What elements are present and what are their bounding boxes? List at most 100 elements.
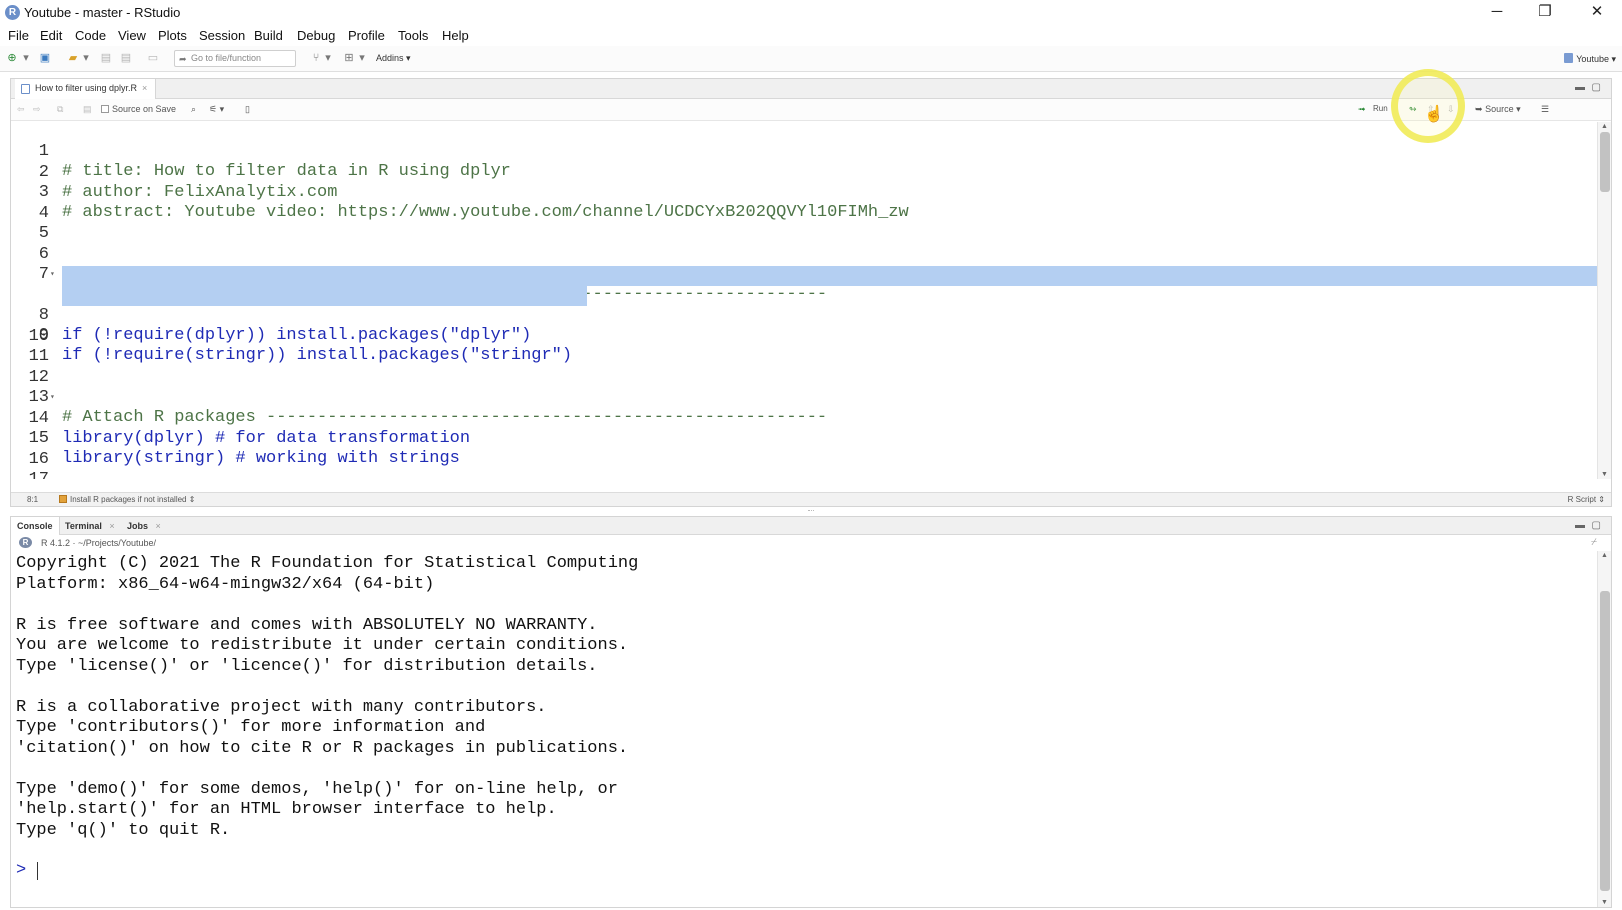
go-to-arrow-icon: ➦	[179, 54, 187, 64]
menu-tools[interactable]: Tools	[398, 28, 428, 43]
code-editor[interactable]: 1 # title: How to filter data in R using…	[11, 122, 1597, 479]
project-label: Youtube	[1576, 54, 1609, 64]
maximize-pane-icon[interactable]: ▢	[1592, 82, 1601, 93]
source-on-save-checkbox[interactable]: Source on Save	[101, 104, 176, 114]
show-in-window-icon[interactable]: ⧉	[57, 104, 63, 115]
tab-source-file[interactable]: How to filter using dplyr.R ×	[15, 79, 157, 99]
cursor-position: 8:1	[27, 495, 39, 504]
maximize-button[interactable]: ❐	[1522, 0, 1568, 26]
code-line-5: 5	[11, 204, 1597, 243]
minimize-pane-icon[interactable]: ▬	[1575, 82, 1585, 93]
menu-code[interactable]: Code	[75, 28, 106, 43]
code-line-11: 11	[11, 327, 1597, 366]
source-pane: How to filter using dplyr.R × ▬ ▢ ⇦ ⇨ ⧉ ▤…	[10, 78, 1612, 507]
console-line: Type 'demo()' for some demos, 'help()' f…	[16, 779, 618, 799]
run-arrow-icon[interactable]: ➟	[1358, 104, 1366, 115]
maximize-pane-icon[interactable]: ▢	[1592, 520, 1601, 531]
tab-label: Terminal	[65, 521, 102, 531]
new-file-dropdown-icon[interactable]: ▾	[22, 51, 30, 65]
scroll-down-icon[interactable]: ▼	[1601, 899, 1608, 906]
scroll-down-icon[interactable]: ▼	[1601, 471, 1608, 478]
scroll-up-icon[interactable]: ▲	[1601, 552, 1608, 559]
print-icon[interactable]: ▭	[146, 51, 160, 65]
workspace-panes-icon[interactable]: ⊞	[342, 51, 356, 65]
tab-terminal[interactable]: Terminal ×	[59, 517, 121, 535]
splitter-grip-icon	[808, 510, 814, 513]
rstudio-logo-icon: R	[5, 5, 20, 20]
document-outline-icon[interactable]: ☰	[1541, 104, 1549, 115]
go-to-file-input[interactable]: ➦ Go to file/function	[174, 50, 296, 67]
open-file-dropdown-icon[interactable]: ▾	[82, 51, 90, 65]
source-on-save-label: Source on Save	[112, 104, 177, 114]
forward-icon[interactable]: ⇨	[33, 104, 41, 115]
addins-button[interactable]: Addins ▾	[376, 53, 411, 64]
new-file-icon[interactable]: ⊕	[6, 51, 18, 65]
console-line: Platform: x86_64-w64-mingw32/x64 (64-bit…	[16, 574, 435, 594]
scroll-up-icon[interactable]: ▲	[1601, 123, 1608, 130]
section-icon	[59, 495, 67, 503]
scrollbar-thumb[interactable]	[1600, 591, 1610, 891]
close-tab-icon[interactable]: ×	[142, 83, 147, 93]
section-navigator[interactable]: Install R packages if not installed ⇕	[59, 495, 195, 504]
close-tab-icon[interactable]: ×	[156, 521, 161, 531]
menu-help[interactable]: Help	[442, 28, 469, 43]
clear-console-icon[interactable]: ⌿	[1591, 537, 1597, 548]
version-control-dropdown-icon[interactable]: ▾	[324, 51, 332, 65]
version-control-icon[interactable]: ⑂	[310, 51, 322, 65]
console-output[interactable]: Copyright (C) 2021 The R Foundation for …	[11, 551, 1597, 907]
tab-label: Console	[17, 521, 53, 531]
project-menu[interactable]: Youtube ▾	[1564, 53, 1616, 65]
console-line: 'citation()' on how to cite R or R packa…	[16, 738, 629, 758]
code-line-10: 10	[11, 307, 1597, 346]
close-button[interactable]: ✕	[1574, 0, 1620, 26]
source-button-label: Source	[1485, 104, 1514, 114]
menu-file[interactable]: File	[8, 28, 29, 43]
menu-profile[interactable]: Profile	[348, 28, 385, 43]
find-replace-icon[interactable]: ⌕	[191, 104, 196, 115]
menu-plots[interactable]: Plots	[158, 28, 187, 43]
back-icon[interactable]: ⇦	[17, 104, 25, 115]
main-toolbar: ⊕ ▾ ▣ ▰ ▾ ▤ ▤ ▭ ➦ Go to file/function ⑂ …	[0, 46, 1622, 72]
open-file-icon[interactable]: ▰	[66, 51, 80, 65]
tab-label: Jobs	[127, 521, 149, 531]
console-scrollbar[interactable]: ▲ ▼	[1597, 551, 1611, 907]
pane-splitter[interactable]	[10, 507, 1612, 516]
console-caret	[37, 862, 38, 880]
editor-scrollbar[interactable]: ▲ ▼	[1597, 122, 1611, 479]
console-line: Type 'contributors()' for more informati…	[16, 718, 486, 737]
menu-build[interactable]: Build	[254, 28, 283, 43]
r-version-path: R 4.1.2 · ~/Projects/Youtube/	[41, 538, 156, 548]
workspace-panes-dropdown-icon[interactable]: ▾	[358, 51, 366, 65]
code-line-2: 2 # author: FelixAnalytix.com	[11, 143, 1597, 202]
code-line-8: 8 if (!require(dplyr)) install.packages(…	[11, 265, 1597, 345]
menu-debug[interactable]: Debug	[297, 28, 335, 43]
close-tab-icon[interactable]: ×	[109, 521, 114, 531]
code-line-4: 4	[11, 184, 1597, 223]
save-icon[interactable]: ▤	[100, 51, 112, 65]
scrollbar-thumb[interactable]	[1600, 132, 1610, 192]
tab-console[interactable]: Console	[11, 517, 60, 535]
file-type-selector[interactable]: R Script ⇕	[1568, 495, 1605, 504]
code-line-17: 17 starwars	[11, 450, 1597, 479]
source-button[interactable]: ➥ Source ▾	[1475, 104, 1521, 115]
minimize-pane-icon[interactable]: ▬	[1575, 520, 1585, 531]
new-project-icon[interactable]: ▣	[38, 51, 52, 65]
menu-edit[interactable]: Edit	[40, 28, 62, 43]
code-line-12: 12 ▾ # Attach R packages ---------------…	[11, 348, 1597, 427]
addins-label: Addins	[376, 53, 404, 63]
console-prompt: >	[16, 861, 27, 880]
menu-view[interactable]: View	[118, 28, 146, 43]
code-tools-wand-icon[interactable]: ⚟ ▾	[209, 104, 224, 115]
console-pane: Console Terminal × Jobs × ▬ ▢ R R 4.1.2 …	[10, 516, 1612, 908]
run-button[interactable]: Run	[1373, 104, 1388, 113]
save-all-icon[interactable]: ▤	[120, 51, 132, 65]
save-file-icon[interactable]: ▤	[83, 104, 92, 115]
minimize-button[interactable]: ─	[1474, 0, 1520, 26]
menu-session[interactable]: Session	[199, 28, 245, 43]
code-line-18: 18	[11, 471, 1597, 480]
code-line-6: 6 ▾ # Install R packages if not installe…	[11, 225, 1597, 304]
section-label: Install R packages if not installed ⇕	[70, 495, 196, 504]
compile-report-icon[interactable]: ▯	[245, 104, 250, 115]
tab-jobs[interactable]: Jobs ×	[121, 517, 167, 535]
console-line: You are welcome to redistribute it under…	[16, 636, 629, 655]
